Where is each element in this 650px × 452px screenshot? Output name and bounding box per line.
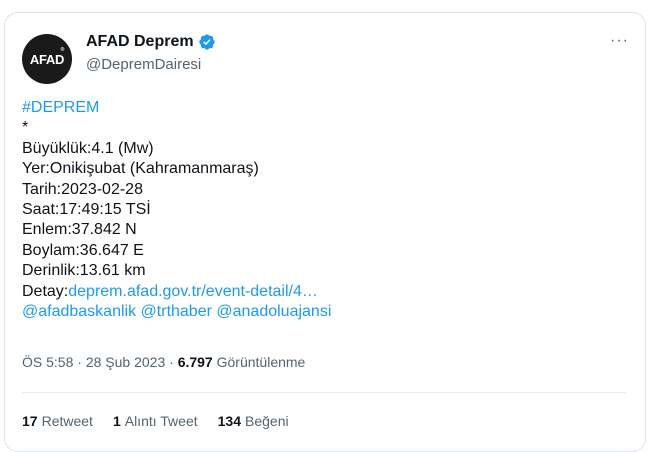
views-label: Görüntülenme bbox=[216, 354, 306, 370]
likes-label: Beğeni bbox=[245, 413, 289, 429]
tweet-date[interactable]: 28 Şub 2023 bbox=[86, 354, 165, 370]
detail-line: Detay:deprem.afad.gov.tr/event-detail/4… bbox=[22, 282, 622, 302]
engagement-stats: 17 Retweet 1 Alıntı Tweet 134 Beğeni bbox=[22, 413, 289, 429]
quotes-count: 1 bbox=[112, 413, 121, 429]
avatar[interactable]: AFAD ® bbox=[22, 34, 72, 84]
mention-anadoluajansi[interactable]: @anadoluajansi bbox=[216, 303, 331, 320]
detail-link[interactable]: deprem.afad.gov.tr/event-detail/4… bbox=[68, 283, 318, 300]
views-count: 6.797 bbox=[177, 354, 213, 370]
avatar-logo-text: AFAD bbox=[29, 51, 65, 67]
mentions-line: @afadbaskanlik @trthaber @anadoluajansi bbox=[22, 302, 622, 322]
author-name-row: AFAD Deprem bbox=[86, 33, 216, 51]
retweets-label: Retweet bbox=[41, 413, 93, 429]
longitude-line: Boylam:36.647 E bbox=[22, 241, 144, 259]
mention-afadbaskanlik[interactable]: @afadbaskanlik bbox=[22, 303, 136, 320]
time-line: Saat:17:49:15 TSİ bbox=[22, 201, 151, 219]
detail-label: Detay: bbox=[22, 282, 69, 300]
hashtag-link[interactable]: #DEPREM bbox=[22, 98, 622, 118]
author-display-name[interactable]: AFAD Deprem bbox=[86, 33, 194, 51]
likes-stat[interactable]: 134 Beğeni bbox=[218, 413, 289, 429]
likes-count: 134 bbox=[217, 413, 241, 429]
avatar-registered-mark: ® bbox=[60, 47, 65, 53]
divider bbox=[22, 392, 626, 393]
author-handle[interactable]: @DepremDairesi bbox=[86, 56, 201, 73]
tweet-time[interactable]: ÖS 5:58 bbox=[22, 354, 73, 370]
meta-separator: · bbox=[77, 354, 82, 370]
tweet-text: #DEPREM * Büyüklük:4.1 (Mw) Yer:Onikişub… bbox=[22, 98, 622, 322]
more-options-icon[interactable]: ··· bbox=[610, 32, 629, 50]
quote-tweets-stat[interactable]: 1 Alıntı Tweet bbox=[113, 413, 198, 429]
tweet-meta: ÖS 5:58 · 28 Şub 2023 · 6.797 Görüntülen… bbox=[22, 354, 305, 370]
location-line: Yer:Onikişubat (Kahramanmaraş) bbox=[22, 160, 259, 178]
meta-separator: · bbox=[169, 354, 174, 370]
depth-line: Derinlik:13.61 km bbox=[22, 262, 146, 280]
retweets-stat[interactable]: 17 Retweet bbox=[22, 413, 93, 429]
latitude-line: Enlem:37.842 N bbox=[22, 221, 137, 239]
tweet-bullet: * bbox=[22, 119, 29, 137]
verified-badge-icon bbox=[198, 34, 215, 50]
mention-trthaber[interactable]: @trthaber bbox=[141, 303, 212, 320]
magnitude-line: Büyüklük:4.1 (Mw) bbox=[22, 139, 154, 157]
retweets-count: 17 bbox=[22, 413, 38, 429]
quotes-label: Alıntı Tweet bbox=[124, 413, 198, 429]
date-line: Tarih:2023-02-28 bbox=[22, 180, 143, 198]
